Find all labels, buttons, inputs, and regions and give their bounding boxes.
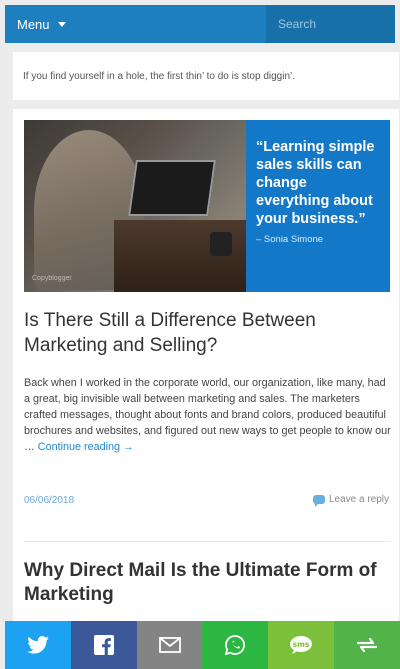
desk-shape (114, 220, 246, 292)
sms-icon: sms (290, 636, 313, 654)
share-twitter-button[interactable] (5, 621, 71, 669)
share-more-icon (356, 637, 378, 653)
share-facebook-button[interactable] (70, 621, 137, 669)
svg-text:sms: sms (293, 640, 310, 649)
menu-label: Menu (17, 16, 50, 32)
post-title[interactable]: Is There Still a Difference Between Mark… (24, 308, 384, 358)
cup-shape (210, 232, 232, 256)
leave-reply-link[interactable]: Leave a reply (312, 494, 389, 507)
top-navbar: Menu (5, 5, 395, 43)
share-email-button[interactable] (136, 621, 203, 669)
menu-button[interactable]: Menu (5, 5, 266, 43)
share-more-button[interactable] (334, 621, 400, 669)
post-date[interactable]: 06/06/2018 (24, 495, 74, 506)
hero-quote-panel: “Learning simple sales skills can change… (246, 120, 390, 292)
hero-photo: Copyblogger (24, 120, 246, 292)
whatsapp-icon (225, 635, 246, 656)
caret-down-icon (57, 21, 66, 27)
laptop-shape (128, 160, 216, 216)
continue-reading-link[interactable]: Continue reading → (38, 441, 134, 453)
twitter-icon (27, 636, 49, 654)
post-list: Copyblogger “Learning simple sales skill… (13, 109, 399, 629)
share-bar: sms (5, 621, 400, 669)
share-whatsapp-button[interactable] (202, 621, 269, 669)
search-input[interactable] (266, 5, 395, 43)
comment-icon (312, 495, 325, 507)
leave-reply-label: Leave a reply (328, 494, 389, 505)
quote-text: If you find yourself in a hole, the firs… (23, 70, 296, 82)
share-sms-button[interactable]: sms (268, 621, 335, 669)
search-box (266, 5, 395, 43)
hero-author: – Sonia Simone (256, 234, 324, 245)
post-excerpt: Back when I worked in the corporate worl… (24, 375, 392, 455)
post-featured-image[interactable]: Copyblogger “Learning simple sales skill… (24, 120, 390, 292)
quote-widget: If you find yourself in a hole, the firs… (13, 52, 399, 100)
mail-icon (158, 637, 181, 653)
facebook-icon (93, 635, 114, 655)
post-divider (24, 541, 390, 542)
image-credit: Copyblogger (32, 275, 72, 282)
post-title[interactable]: Why Direct Mail Is the Ultimate Form of … (24, 559, 394, 607)
hero-quote: “Learning simple sales skills can change… (256, 139, 375, 227)
